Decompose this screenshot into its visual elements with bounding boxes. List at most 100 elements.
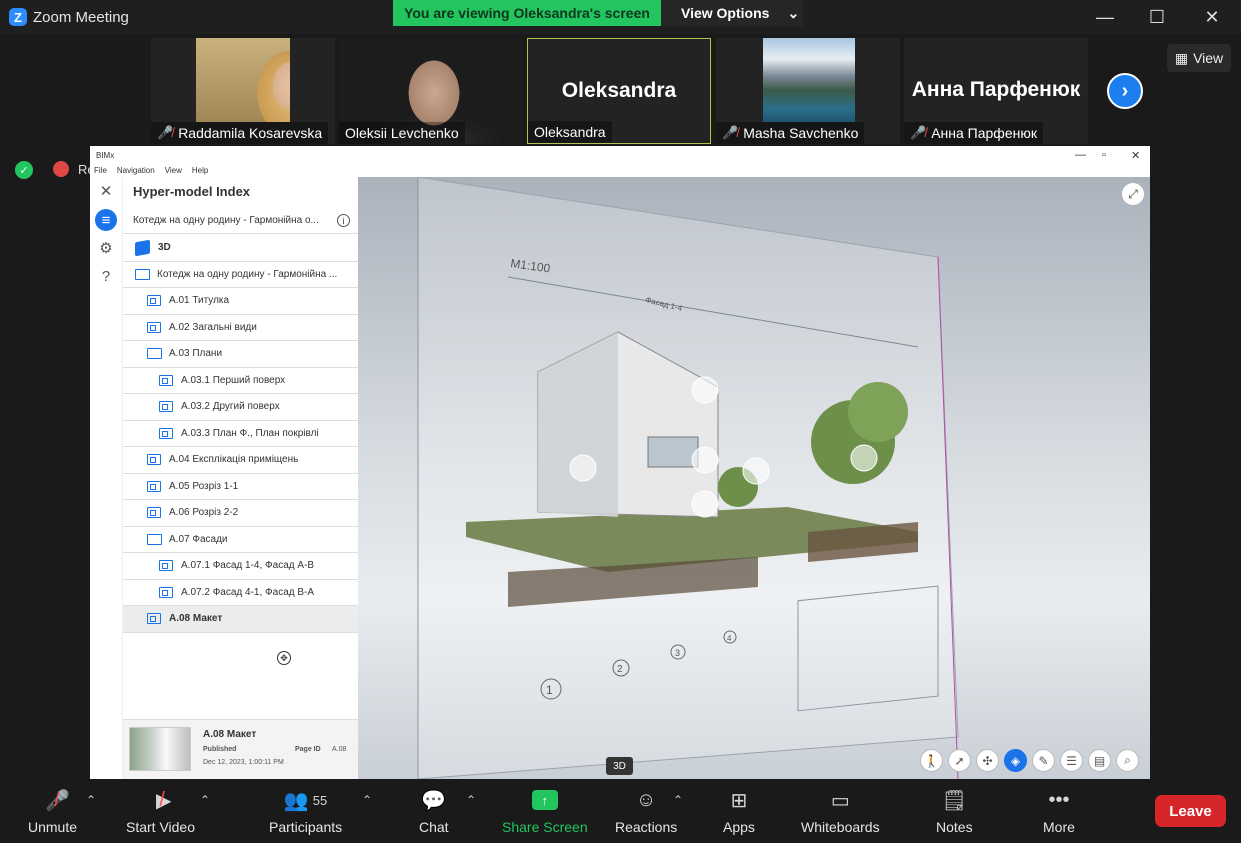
bimx-window-title: BIMx — [96, 150, 115, 160]
participants-label: Participants — [269, 819, 343, 835]
participant-display-name: Анна Парфенюк — [911, 78, 1081, 101]
menu-file[interactable]: File — [94, 166, 107, 175]
reactions-button[interactable]: ☺ Reactions — [615, 786, 677, 836]
participants-button[interactable]: 👥 55 Participants — [269, 786, 343, 836]
index-tree-item[interactable]: A.03.3 План Ф., План покрівлі — [123, 421, 358, 447]
page-icon — [147, 321, 161, 333]
chat-button[interactable]: 💬 Chat — [419, 786, 449, 836]
walk-icon[interactable]: 🚶 — [920, 749, 943, 772]
close-icon[interactable]: ✕ — [1200, 5, 1224, 29]
menu-navigation[interactable]: Navigation — [117, 166, 155, 175]
apps-button[interactable]: ⊞ Apps — [723, 786, 755, 836]
participant-namebar: Oleksii Levchenko — [339, 122, 465, 144]
whiteboards-button[interactable]: ▭ Whiteboards — [801, 786, 880, 836]
index-tree-item[interactable]: A.03.2 Другий поверх — [123, 394, 358, 421]
close-icon[interactable]: ✕ — [1131, 149, 1140, 162]
index-tree-item[interactable]: A.07.2 Фасад 4-1, Фасад В-А — [123, 580, 358, 606]
hotspot-marker[interactable] — [850, 444, 878, 472]
bimx-left-rail: ✕ ≡ ⚙ ? — [90, 177, 123, 779]
index-tree-item[interactable]: Котедж на одну родину - Гармонійна ... — [123, 262, 358, 288]
3d-viewport[interactable]: 1 2 3 4 M1:100 Фасад 1-4 ⤢ 🚶 ➚ ✣ ◈ ✎ ☰ ▤… — [358, 177, 1150, 779]
maximize-icon[interactable]: ☐ — [1145, 5, 1169, 29]
participant-tile[interactable]: 🎤̸ Raddamila Kosarevska — [151, 38, 335, 144]
bimx-title-bar: BIMx — [90, 146, 1150, 164]
share-screen-button[interactable]: ↑ Share Screen — [502, 786, 588, 835]
shared-screen[interactable]: BIMx — ▫ ✕ File Navigation View Help ✕ ≡… — [90, 146, 1150, 779]
hotspot-marker[interactable] — [691, 376, 719, 404]
page-icon — [147, 613, 161, 625]
index-tree-item[interactable]: 3D — [123, 235, 358, 262]
minimize-icon[interactable]: — — [1075, 149, 1086, 161]
index-tree-label: A.03 Плани — [169, 348, 223, 360]
caret-up-icon[interactable]: ⌃ — [466, 793, 476, 807]
participant-namebar: 🎤̸ Анна Парфенюк — [904, 122, 1043, 144]
hotspot-marker[interactable] — [691, 490, 719, 518]
record-icon[interactable] — [53, 161, 69, 177]
menu-view[interactable]: View — [165, 166, 182, 175]
caret-up-icon[interactable]: ⌃ — [86, 793, 96, 807]
index-tree-item[interactable]: A.07.1 Фасад 1-4, Фасад А-В — [123, 553, 358, 580]
index-tree-item[interactable]: A.06 Розріз 2-2 — [123, 500, 358, 527]
index-tree-item[interactable]: A.03 Плани — [123, 341, 358, 368]
participant-tile[interactable]: Анна Парфенюк 🎤̸ Анна Парфенюк — [904, 38, 1088, 144]
zoom-window: Z Zoom Meeting You are viewing Oleksandr… — [0, 0, 1241, 843]
index-tree-label: A.03.1 Перший поверх — [181, 374, 286, 386]
index-tree-item[interactable]: A.02 Загальні види — [123, 315, 358, 341]
3d-badge: 3D — [606, 757, 633, 775]
sliders-icon[interactable]: ☰ — [1060, 749, 1083, 772]
list-icon[interactable]: ≡ — [95, 209, 117, 231]
maximize-icon[interactable]: ▫ — [1102, 149, 1106, 161]
index-tree-item[interactable]: A.05 Розріз 1-1 — [123, 474, 358, 500]
index-tree-item[interactable]: A.08 Макет — [123, 606, 358, 633]
participant-tile[interactable]: Oleksii Levchenko — [339, 38, 523, 144]
sheet-icon[interactable]: ▤ — [1088, 749, 1111, 772]
page-id-label: Page ID — [295, 746, 321, 753]
shield-icon[interactable]: ✓ — [15, 161, 33, 179]
window-title: Zoom Meeting — [33, 8, 129, 26]
video-off-icon: ▶ / — [156, 788, 172, 812]
minimize-icon[interactable]: — — [1093, 5, 1117, 29]
measure-icon[interactable]: ✎ — [1032, 749, 1055, 772]
index-tree-item[interactable]: A.07 Фасади — [123, 527, 358, 553]
notes-button[interactable]: 🗒 Notes — [936, 786, 973, 836]
caret-up-icon[interactable]: ⌃ — [673, 793, 683, 807]
start-video-button[interactable]: ▶ / Start Video — [126, 786, 195, 836]
caret-up-icon[interactable]: ⌃ — [362, 793, 372, 807]
index-tree-label: A.07 Фасади — [169, 533, 228, 545]
project-selector[interactable]: Котедж на одну родину - Гармонійна о... … — [123, 208, 358, 234]
3d-icon — [135, 239, 150, 257]
menu-help[interactable]: Help — [192, 166, 208, 175]
participant-tile[interactable]: 🎤̸ Masha Savchenko — [716, 38, 900, 144]
unmute-button[interactable]: 🎤 / Unmute — [28, 786, 77, 836]
page-info-card: A.08 Макет Published Dec 12, 2023, 1:00:… — [123, 719, 358, 779]
hotspot-marker[interactable] — [691, 446, 719, 474]
page-title: A.08 Макет — [203, 729, 257, 740]
index-tree-item[interactable]: A.01 Титулка — [123, 288, 358, 315]
page-icon — [147, 507, 161, 519]
view-button[interactable]: ▦ View — [1167, 44, 1231, 72]
gear-icon[interactable]: ⚙ — [95, 237, 117, 259]
hotspot-marker[interactable] — [569, 454, 597, 482]
search-icon[interactable]: ⌕ — [1116, 749, 1139, 772]
participant-name: Raddamila Kosarevska — [178, 125, 323, 141]
caret-up-icon[interactable]: ⌃ — [200, 793, 210, 807]
help-icon[interactable]: ? — [95, 265, 117, 287]
expand-icon[interactable]: ⤢ — [1122, 183, 1144, 205]
index-tree-item[interactable]: A.04 Експлікація приміщень — [123, 447, 358, 474]
layers-icon[interactable]: ◈ — [1004, 749, 1027, 772]
leave-button[interactable]: Leave — [1155, 795, 1226, 827]
info-icon[interactable]: i — [337, 214, 350, 227]
participant-display-name: Oleksandra — [561, 79, 677, 102]
participant-tile-active-speaker[interactable]: Oleksandra Oleksandra — [527, 38, 711, 144]
pointer-icon[interactable]: ➚ — [948, 749, 971, 772]
index-tree-label: A.08 Макет — [169, 613, 223, 625]
view-options-button[interactable]: View Options ⌄ — [661, 0, 803, 26]
index-tree-item[interactable]: A.03.1 Перший поверх — [123, 368, 358, 394]
more-button[interactable]: ••• More — [1043, 786, 1075, 836]
orbit-icon[interactable]: ✣ — [976, 749, 999, 772]
next-page-button[interactable]: › — [1107, 73, 1143, 109]
muted-mic-icon: 🎤̸ — [157, 125, 174, 140]
close-icon[interactable]: ✕ — [95, 180, 117, 202]
share-screen-label: Share Screen — [502, 819, 588, 835]
hotspot-marker[interactable] — [742, 457, 770, 485]
